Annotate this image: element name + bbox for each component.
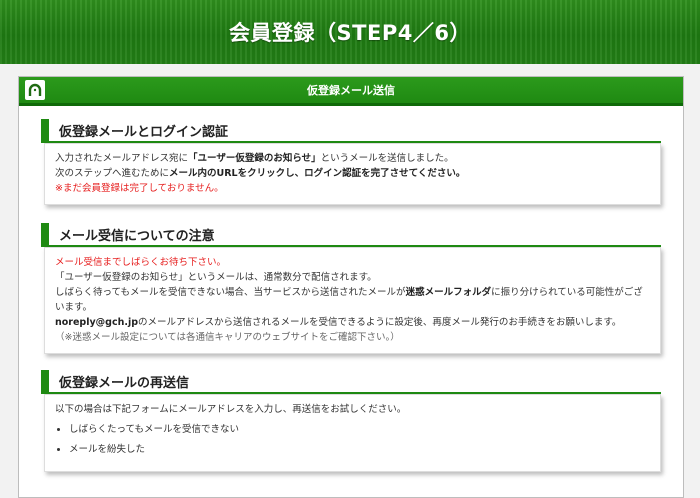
section-title: メール受信についての注意 [41, 223, 661, 247]
main-panel: 仮登録メール送信 仮登録メールとログイン認証 入力されたメールアドレス宛に「ユー… [18, 76, 684, 498]
panel-header: 仮登録メール送信 [19, 77, 683, 106]
section-body: メール受信までしばらくお待ち下さい。 「ユーザー仮登録のお知らせ」というメールは… [44, 247, 661, 354]
section-body: 入力されたメールアドレス宛に「ユーザー仮登録のお知らせ」というメールを送信しまし… [44, 143, 661, 205]
warning-text: ※まだ会員登録は完了しておりません。 [55, 183, 224, 194]
section-title: 仮登録メールの再送信 [41, 370, 661, 394]
section-title: 仮登録メールとログイン認証 [41, 119, 661, 143]
resend-reason-list: しばらくたってもメールを受信できない メールを紛失した [55, 423, 650, 457]
page-header-banner: 会員登録（STEP4／6） [0, 0, 700, 64]
list-item: しばらくたってもメールを受信できない [69, 423, 650, 437]
text-line: noreply@gch.jpのメールアドレスから送信されるメールを受信できるよう… [55, 315, 650, 330]
warning-text: メール受信までしばらくお待ち下さい。 [55, 257, 227, 268]
sender-address: noreply@gch.jp [55, 317, 139, 328]
section-mail-notice: メール受信についての注意 メール受信までしばらくお待ち下さい。 「ユーザー仮登録… [41, 223, 661, 354]
text-fragment: 次のステップへ進むために [55, 168, 170, 179]
text-fragment: しばらく待ってもメールを受信できない場合、当サービスから送信されたメールが [55, 287, 406, 298]
text-line: 次のステップへ進むためにメール内のURLをクリックし、ログイン認証を完了させてく… [55, 166, 650, 181]
text-fragment: のメールアドレスから送信されるメールを受信できるように設定後、再度メール発行のお… [138, 317, 622, 328]
text-line: 以下の場合は下記フォームにメールアドレスを入力し、再送信をお試しください。 [55, 404, 407, 415]
list-item: メールを紛失した [69, 443, 650, 457]
section-body: 以下の場合は下記フォームにメールアドレスを入力し、再送信をお試しください。 しば… [44, 394, 661, 472]
spam-folder-emphasis: 迷惑メールフォルダ [405, 287, 492, 298]
text-line: 「ユーザー仮登録のお知らせ」というメールは、通常数分で配信されます。 [55, 272, 377, 283]
note-text: （※迷惑メール設定については各通信キャリアのウェブサイトをご確認下さい。） [55, 332, 400, 343]
text-emphasis: 「ユーザー仮登録のお知らせ」 [188, 153, 321, 164]
page-title: 会員登録（STEP4／6） [229, 21, 471, 45]
text-line: 入力されたメールアドレス宛に「ユーザー仮登録のお知らせ」というメールを送信しまし… [55, 151, 650, 166]
section-resend: 仮登録メールの再送信 以下の場合は下記フォームにメールアドレスを入力し、再送信を… [41, 370, 661, 472]
text-emphasis: メール内のURLをクリックし、ログイン認証を完了させてください。 [169, 168, 466, 179]
text-fragment: というメールを送信しました。 [320, 153, 454, 164]
panel-title: 仮登録メール送信 [307, 84, 395, 97]
section-login-auth: 仮登録メールとログイン認証 入力されたメールアドレス宛に「ユーザー仮登録のお知ら… [41, 119, 661, 205]
text-line: しばらく待ってもメールを受信できない場合、当サービスから送信されたメールが迷惑メ… [55, 285, 650, 315]
horseshoe-logo-icon [25, 80, 45, 100]
text-fragment: 入力されたメールアドレス宛に [55, 153, 189, 164]
